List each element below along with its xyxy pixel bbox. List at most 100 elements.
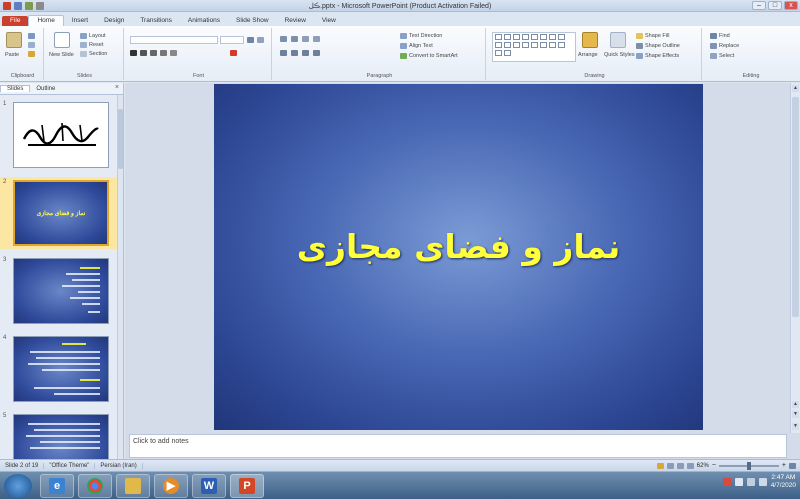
shape-effects-button[interactable]: Shape Effects: [636, 53, 679, 59]
slide-title[interactable]: نماز و فضای مجازی: [214, 227, 703, 266]
taskbar-file-explorer[interactable]: [116, 474, 150, 498]
slide-sorter-icon[interactable]: [666, 462, 674, 469]
tab-slide-show[interactable]: Slide Show: [228, 16, 277, 26]
clock[interactable]: 2:47 AM 4/7/2020: [771, 474, 796, 490]
slide-number: 3: [3, 257, 7, 263]
bullets-icon[interactable]: [280, 36, 287, 42]
window-title: ڪل.pptx - Microsoft PowerPoint (Product …: [308, 3, 492, 10]
paste-icon[interactable]: [6, 32, 22, 48]
cut-icon[interactable]: [28, 33, 35, 39]
align-text-button[interactable]: Align Text: [400, 43, 433, 49]
underline-icon[interactable]: [150, 50, 157, 56]
tab-transitions[interactable]: Transitions: [132, 16, 180, 26]
zoom-slider[interactable]: [718, 461, 779, 470]
tab-insert[interactable]: Insert: [64, 16, 96, 26]
zoom-out-icon[interactable]: −: [712, 462, 716, 469]
font-name-combo[interactable]: [130, 36, 218, 44]
tab-view[interactable]: View: [314, 16, 344, 26]
convert-smartart-button[interactable]: Convert to SmartArt: [400, 53, 458, 59]
text-direction-button[interactable]: Text Direction: [400, 33, 442, 39]
copy-icon[interactable]: [28, 42, 35, 48]
align-left-icon[interactable]: [280, 50, 287, 56]
justify-icon[interactable]: [313, 50, 320, 56]
tab-slides[interactable]: Slides: [0, 85, 31, 92]
theme-name[interactable]: "Office Theme": [44, 462, 96, 469]
quick-styles-icon[interactable]: [610, 32, 626, 48]
notes-pane[interactable]: Click to add notes: [129, 434, 787, 458]
grow-font-icon[interactable]: [247, 37, 254, 43]
arrange-button[interactable]: Arrange: [578, 52, 598, 58]
reset-button[interactable]: Reset: [80, 42, 103, 48]
network-icon[interactable]: [746, 478, 755, 486]
slideshow-icon[interactable]: [686, 462, 694, 469]
strikethrough-icon[interactable]: [170, 50, 177, 56]
zoom-in-icon[interactable]: +: [782, 462, 786, 469]
taskbar-internet-explorer[interactable]: e: [40, 474, 74, 498]
new-slide-icon[interactable]: [54, 32, 70, 48]
select-button[interactable]: Select: [710, 53, 734, 59]
next-slide-icon[interactable]: ▼: [792, 411, 799, 418]
reading-view-icon[interactable]: [676, 462, 684, 469]
language-indicator[interactable]: Persian (Iran): [95, 462, 143, 469]
shrink-font-icon[interactable]: [257, 37, 264, 43]
tab-outline[interactable]: Outline: [30, 86, 61, 92]
format-painter-icon[interactable]: [28, 51, 35, 57]
slide-canvas[interactable]: نماز و فضای مجازی: [214, 84, 703, 430]
new-slide-button[interactable]: New Slide: [49, 52, 74, 58]
previous-slide-icon[interactable]: ▲: [792, 401, 799, 408]
shape-outline-button[interactable]: Shape Outline: [636, 43, 680, 49]
vertical-scroll-thumb[interactable]: [792, 97, 799, 317]
bold-icon[interactable]: [130, 50, 137, 56]
taskbar-word[interactable]: W: [192, 474, 226, 498]
close-pane-icon[interactable]: ×: [115, 84, 119, 91]
slide-thumbnail-5[interactable]: 5: [0, 411, 118, 459]
vertical-scrollbar[interactable]: ▲ ▲ ▼ ▼: [790, 83, 800, 433]
start-button[interactable]: [4, 474, 32, 498]
scroll-up-icon[interactable]: ▲: [792, 85, 799, 92]
panel-tabs: Slides Outline ×: [0, 83, 123, 95]
arrange-icon[interactable]: [582, 32, 598, 48]
close-button[interactable]: x: [784, 1, 798, 10]
tab-review[interactable]: Review: [277, 16, 314, 26]
zoom-slider-knob[interactable]: [746, 461, 751, 470]
italic-icon[interactable]: [140, 50, 147, 56]
slide-thumbnail-3[interactable]: 3: [0, 255, 118, 327]
taskbar-chrome[interactable]: [78, 474, 112, 498]
tab-file[interactable]: File: [2, 16, 29, 26]
replace-button[interactable]: Replace: [710, 43, 739, 49]
slide-thumbnail-1[interactable]: 1: [0, 99, 118, 171]
flag-icon[interactable]: [734, 478, 743, 486]
scroll-down-icon[interactable]: ▼: [792, 423, 799, 430]
tab-design[interactable]: Design: [96, 16, 132, 26]
paste-button[interactable]: Paste: [5, 52, 19, 58]
language-icon[interactable]: [722, 478, 731, 486]
minimize-button[interactable]: –: [752, 1, 766, 10]
font-size-combo[interactable]: [220, 36, 244, 44]
increase-indent-icon[interactable]: [313, 36, 320, 42]
panel-scrollbar[interactable]: [117, 95, 123, 459]
shadow-icon[interactable]: [160, 50, 167, 56]
normal-view-icon[interactable]: [656, 462, 664, 469]
panel-scroll-thumb[interactable]: [118, 109, 123, 169]
shape-fill-button[interactable]: Shape Fill: [636, 33, 669, 39]
fit-to-window-icon[interactable]: [789, 462, 796, 469]
quick-styles-button[interactable]: Quick Styles: [604, 52, 635, 58]
taskbar-powerpoint[interactable]: P: [230, 474, 264, 498]
volume-icon[interactable]: [758, 478, 767, 486]
section-button[interactable]: Section: [80, 51, 107, 57]
font-color-icon[interactable]: [230, 50, 237, 56]
tab-home[interactable]: Home: [28, 15, 64, 26]
taskbar-media-player[interactable]: ▶: [154, 474, 188, 498]
align-center-icon[interactable]: [291, 50, 298, 56]
maximize-button[interactable]: □: [768, 1, 782, 10]
align-right-icon[interactable]: [302, 50, 309, 56]
slide-thumbnail-2[interactable]: 2 نماز و فضای مجازی: [0, 177, 118, 249]
slide-thumbnail-4[interactable]: 4: [0, 333, 118, 405]
tab-animations[interactable]: Animations: [180, 16, 228, 26]
zoom-level[interactable]: 62%: [697, 463, 709, 469]
decrease-indent-icon[interactable]: [302, 36, 309, 42]
layout-button[interactable]: Layout: [80, 33, 106, 39]
shapes-gallery[interactable]: [492, 32, 576, 62]
numbering-icon[interactable]: [291, 36, 298, 42]
find-button[interactable]: Find: [710, 33, 730, 39]
